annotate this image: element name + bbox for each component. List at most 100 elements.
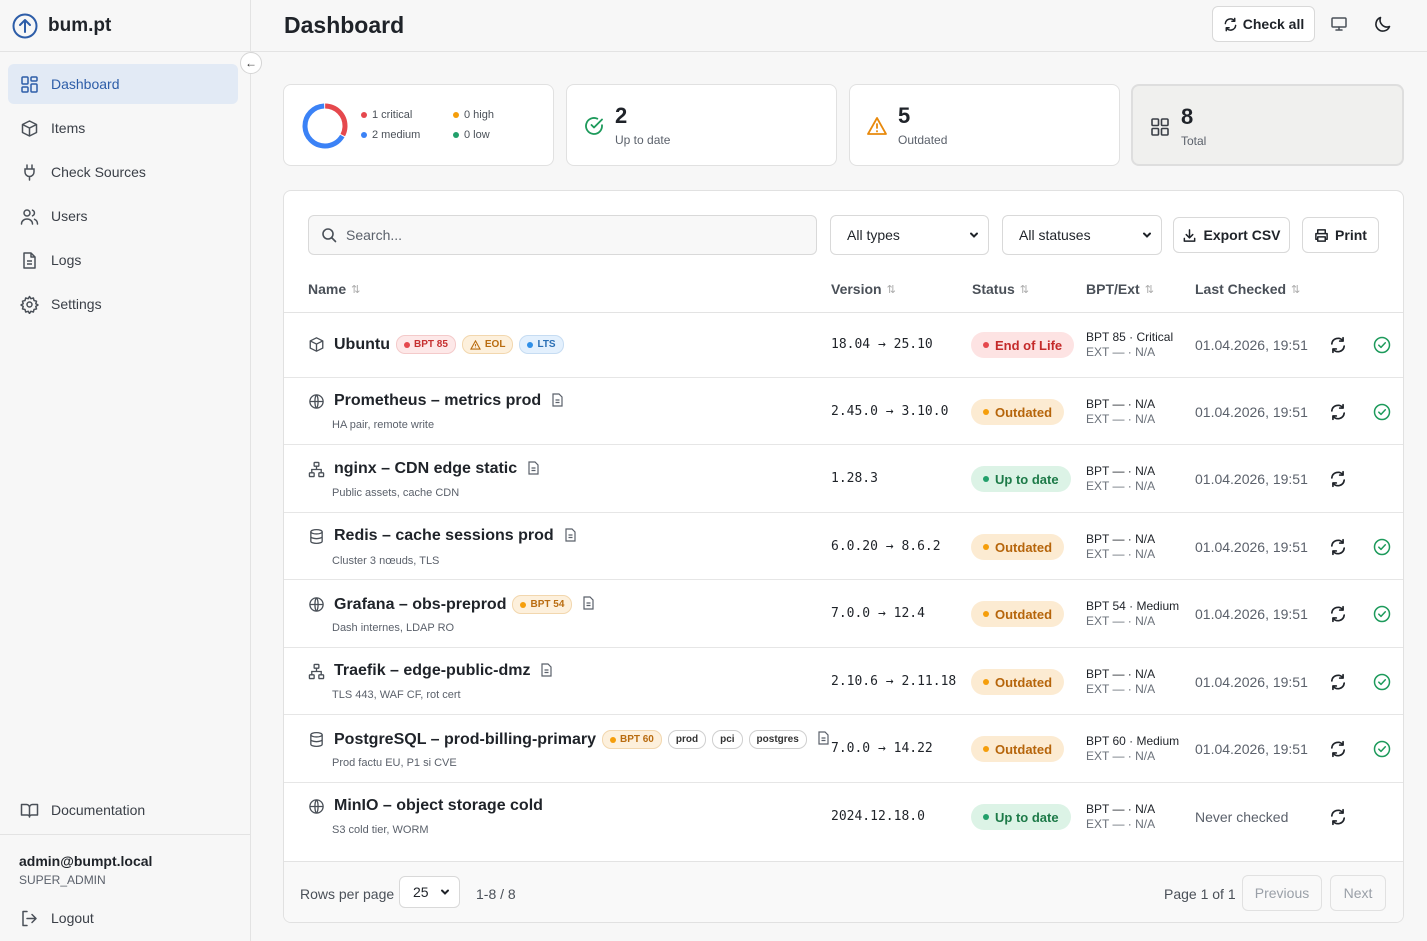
print-button[interactable]: Print xyxy=(1302,217,1379,253)
search-icon xyxy=(321,227,337,243)
bpt-cell: BPT 60 · Medium EXT — · N/A xyxy=(1086,734,1179,764)
up-to-date-card[interactable]: 2 Up to date xyxy=(566,84,837,166)
sort-icon: ⇅ xyxy=(1019,283,1030,296)
medium-dot xyxy=(361,132,367,138)
collapse-sidebar-button[interactable]: ← xyxy=(240,52,262,74)
bpt-value: BPT — · N/A xyxy=(1086,532,1156,546)
item-name[interactable]: Ubuntu xyxy=(334,336,390,354)
item-name[interactable]: Redis – cache sessions prod xyxy=(334,527,554,545)
table-row[interactable]: Ubuntu BPT 85 EOL LTS 18.04 → 25.10 End … xyxy=(284,313,1403,378)
sidebar-item-settings[interactable]: Settings xyxy=(8,284,238,324)
refresh-icon[interactable] xyxy=(1329,605,1347,623)
low-dot xyxy=(453,132,459,138)
item-name[interactable]: Grafana – obs-preprod xyxy=(334,596,506,614)
total-label: Total xyxy=(1181,134,1207,148)
legend-high: 0 high xyxy=(453,109,494,121)
column-header-version[interactable]: Version ⇅ xyxy=(831,281,896,297)
table-row[interactable]: Redis – cache sessions prod Cluster 3 nœ… xyxy=(284,513,1403,580)
status-label: End of Life xyxy=(995,337,1063,353)
sidebar-item-dashboard[interactable]: Dashboard xyxy=(8,64,238,104)
lts-tag: LTS xyxy=(519,335,564,354)
status-badge: Up to date xyxy=(971,466,1071,492)
version-text: 18.04 → 25.10 xyxy=(831,337,933,352)
table-row[interactable]: Grafana – obs-preprod BPT 54 Dash intern… xyxy=(284,580,1403,648)
check-all-label: Check all xyxy=(1242,16,1305,32)
rows-per-page-select[interactable]: 25 xyxy=(399,876,460,908)
item-name[interactable]: Prometheus – metrics prod xyxy=(334,392,541,410)
bpt-value: BPT — · N/A xyxy=(1086,464,1156,478)
bpt-cell: BPT — · N/A EXT — · N/A xyxy=(1086,667,1155,697)
status-label: Up to date xyxy=(995,809,1059,825)
tag-dot xyxy=(609,736,616,743)
item-subtitle: Public assets, cache CDN xyxy=(332,487,460,499)
column-header-status[interactable]: Status ⇅ xyxy=(972,281,1029,297)
sidebar-item-check-sources[interactable]: Check Sources xyxy=(8,152,238,192)
user-info: admin@bumpt.local SUPER_ADMIN xyxy=(0,834,250,887)
status-badge: End of Life xyxy=(971,332,1075,358)
note-icon[interactable] xyxy=(564,527,581,545)
warning-icon xyxy=(866,115,888,137)
note-icon[interactable] xyxy=(540,662,557,680)
item-name[interactable]: PostgreSQL – prod-billing-primary xyxy=(334,731,596,749)
sidebar-item-logs[interactable]: Logs xyxy=(8,240,238,280)
sidebar-item-label: Settings xyxy=(51,296,102,312)
refresh-icon[interactable] xyxy=(1329,336,1347,354)
column-header-last-checked-label: Last Checked xyxy=(1195,281,1287,297)
note-icon[interactable] xyxy=(582,596,599,613)
refresh-icon[interactable] xyxy=(1329,673,1347,691)
moon-icon[interactable] xyxy=(1373,14,1393,34)
sidebar-item-users[interactable]: Users xyxy=(8,196,238,236)
total-card[interactable]: 8 Total xyxy=(1131,84,1404,166)
gear-icon xyxy=(20,295,39,314)
next-page-button[interactable]: Next xyxy=(1330,875,1386,911)
export-csv-button[interactable]: Export CSV xyxy=(1173,217,1290,253)
column-header-last-checked[interactable]: Last Checked ⇅ xyxy=(1195,281,1300,297)
item-name[interactable]: nginx – CDN edge static xyxy=(334,460,517,478)
row-name-cell: nginx – CDN edge static xyxy=(308,460,547,478)
status-label: Outdated xyxy=(995,404,1053,420)
brand[interactable]: bum.pt xyxy=(0,0,250,52)
plug-icon xyxy=(20,163,39,182)
status-filter-select[interactable]: All statuses xyxy=(1002,215,1162,255)
page-title: Dashboard xyxy=(284,12,405,38)
previous-page-button[interactable]: Previous xyxy=(1242,875,1322,911)
item-name[interactable]: MinIO – object storage cold xyxy=(334,797,543,815)
type-filter-value: All types xyxy=(847,227,900,243)
outdated-card[interactable]: 5 Outdated xyxy=(849,84,1120,166)
status-label: Outdated xyxy=(995,606,1053,622)
search-box[interactable] xyxy=(308,215,817,255)
search-input[interactable] xyxy=(346,227,786,243)
status-label: Outdated xyxy=(995,741,1053,757)
note-icon[interactable] xyxy=(527,460,544,478)
column-header-name[interactable]: Name ⇅ xyxy=(308,281,360,297)
table-row[interactable]: PostgreSQL – prod-billing-primary BPT 60… xyxy=(284,715,1403,783)
sidebar-item-items[interactable]: Items xyxy=(8,108,238,148)
table-row[interactable]: Prometheus – metrics prod HA pair, remot… xyxy=(284,378,1403,445)
logout-button[interactable]: Logout xyxy=(8,898,238,938)
type-filter-select[interactable]: All types xyxy=(830,215,989,255)
tag-label: BPT 54 xyxy=(530,599,565,610)
column-header-bpt[interactable]: BPT/Ext ⇅ xyxy=(1086,281,1154,297)
last-checked: 01.04.2026, 19:51 xyxy=(1195,337,1308,353)
table-row[interactable]: MinIO – object storage cold S3 cold tier… xyxy=(284,783,1403,861)
item-name[interactable]: Traefik – edge-public-dmz xyxy=(334,662,530,680)
last-checked: 01.04.2026, 19:51 xyxy=(1195,539,1308,555)
bpt-cell: BPT — · N/A EXT — · N/A xyxy=(1086,464,1155,494)
last-checked: 01.04.2026, 19:51 xyxy=(1195,471,1308,487)
legend-high-label: 0 high xyxy=(464,109,494,121)
check-all-button[interactable]: Check all xyxy=(1212,6,1315,42)
refresh-icon[interactable] xyxy=(1329,470,1347,488)
table-row[interactable]: nginx – CDN edge static Public assets, c… xyxy=(284,445,1403,513)
refresh-icon[interactable] xyxy=(1329,538,1347,556)
status-dot xyxy=(983,544,989,550)
refresh-icon[interactable] xyxy=(1329,403,1347,421)
check-circle-icon xyxy=(1373,538,1391,556)
item-subtitle: TLS 443, WAF CF, rot cert xyxy=(332,689,461,701)
sidebar-item-documentation[interactable]: Documentation xyxy=(8,790,238,830)
refresh-icon[interactable] xyxy=(1329,808,1347,826)
monitor-icon[interactable] xyxy=(1329,14,1349,34)
note-icon[interactable] xyxy=(551,392,568,410)
refresh-icon[interactable] xyxy=(1329,740,1347,758)
table-row[interactable]: Traefik – edge-public-dmz TLS 443, WAF C… xyxy=(284,648,1403,715)
up-to-date-label: Up to date xyxy=(615,133,671,147)
